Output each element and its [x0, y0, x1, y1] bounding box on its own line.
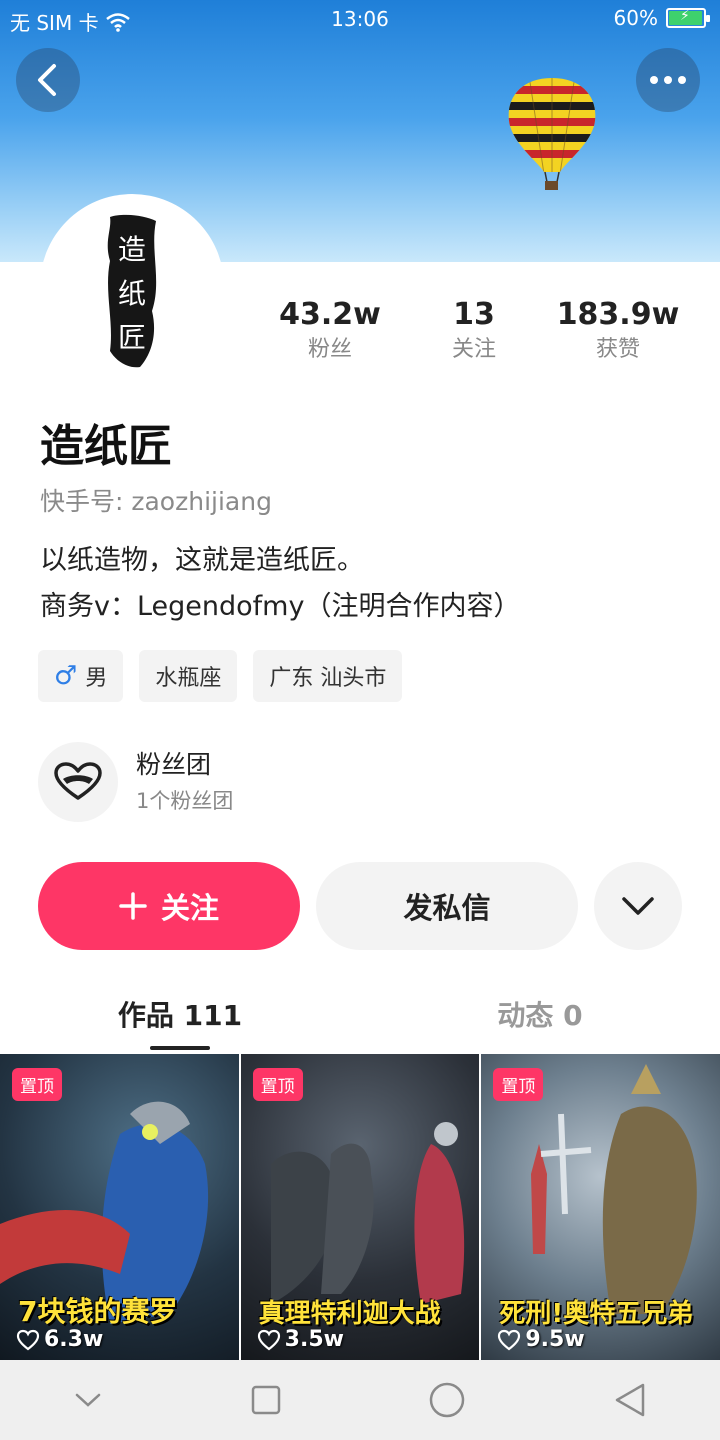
- video-likes: 9.5w: [497, 1327, 585, 1352]
- tab-indicator: [150, 1046, 210, 1050]
- message-label: 发私信: [403, 891, 491, 925]
- message-button[interactable]: 发私信: [316, 862, 578, 950]
- video-likes: 3.5w: [257, 1327, 344, 1352]
- clock: 13:06: [331, 7, 389, 31]
- video-likes-count: 6.3w: [44, 1327, 104, 1352]
- stat-value: 183.9w: [556, 297, 680, 332]
- plus-icon: [119, 892, 147, 920]
- svg-text:匠: 匠: [118, 321, 146, 354]
- heart-icon: [16, 1329, 40, 1350]
- stat-followers[interactable]: 43.2w 粉丝: [250, 296, 410, 366]
- stat-value: 43.2w: [279, 297, 381, 332]
- battery-percent: 60%: [613, 6, 658, 30]
- chevron-down-icon: [622, 897, 654, 915]
- tag-location-label: 广东 汕头市: [269, 666, 387, 691]
- video-grid: 置顶 7块钱的赛罗 6.3w 置顶 真理特利迦大战 3.5w 置顶 死刑!奥特五…: [0, 1054, 720, 1360]
- tab-works[interactable]: 作品 111: [0, 994, 360, 1034]
- nav-recents-icon[interactable]: [250, 1384, 282, 1416]
- expand-button[interactable]: [594, 862, 682, 950]
- status-bar: 无 SIM 卡 13:06 60% ⚡: [0, 0, 720, 40]
- user-id[interactable]: 快手号: zaozhijiang: [40, 482, 272, 518]
- profile-name: 造纸匠: [40, 421, 172, 472]
- stat-label: 粉丝: [307, 337, 352, 362]
- follow-button[interactable]: 关注: [38, 862, 300, 950]
- stat-following[interactable]: 13 关注: [394, 296, 554, 366]
- battery-icon: ⚡: [666, 8, 710, 28]
- heart-icon: [257, 1329, 280, 1350]
- video-caption: 7块钱的赛罗: [18, 1295, 178, 1328]
- more-options-button[interactable]: [636, 48, 700, 112]
- video-thumbnail[interactable]: 置顶 真理特利迦大战 3.5w: [240, 1054, 480, 1360]
- fan-club-count: 1个粉丝团: [136, 789, 234, 813]
- profile-tags: ♂ 男 水瓶座 广东 汕头市: [38, 650, 403, 702]
- avatar[interactable]: 造 纸 匠: [40, 194, 224, 378]
- bio-line: 商务v：Legendofmy（注明合作内容）: [40, 591, 521, 622]
- tag-location: 广东 汕头市: [253, 650, 403, 702]
- video-caption: 真理特利迦大战: [258, 1299, 441, 1329]
- fan-club-entry[interactable]: 粉丝团 1个粉丝团: [38, 742, 233, 822]
- svg-text:造: 造: [118, 233, 146, 266]
- nav-hide-icon[interactable]: [73, 1390, 103, 1410]
- profile-bio: 以纸造物，这就是造纸匠。 商务v：Legendofmy（注明合作内容）: [40, 538, 520, 630]
- heart-icon: [498, 1329, 521, 1350]
- svg-text:纸: 纸: [118, 277, 146, 310]
- pinned-badge: 置顶: [12, 1068, 62, 1101]
- nav-home-icon[interactable]: [428, 1381, 466, 1419]
- tag-gender: ♂ 男: [38, 650, 124, 702]
- fan-club-title: 粉丝团: [136, 750, 212, 779]
- back-button[interactable]: [16, 48, 80, 112]
- stat-label: 获赞: [595, 337, 640, 362]
- more-dots-icon: [650, 76, 686, 84]
- stat-likes[interactable]: 183.9w 获赞: [538, 296, 698, 366]
- pinned-badge: 置顶: [493, 1068, 544, 1101]
- chevron-left-icon: [38, 64, 56, 96]
- nav-back-icon[interactable]: [613, 1382, 647, 1418]
- video-thumbnail[interactable]: 置顶 7块钱的赛罗 6.3w: [0, 1054, 239, 1360]
- video-thumbnail[interactable]: 置顶 死刑!奥特五兄弟 9.5w: [481, 1054, 720, 1360]
- stat-value: 13: [453, 297, 495, 332]
- stat-label: 关注: [451, 337, 496, 362]
- tag-gender-label: 男: [85, 666, 108, 691]
- video-likes: 6.3w: [16, 1327, 103, 1352]
- pinned-badge: 置顶: [252, 1068, 303, 1101]
- hot-air-balloon-image: [508, 78, 596, 190]
- tag-zodiac-label: 水瓶座: [155, 666, 222, 691]
- video-caption: 死刑!奥特五兄弟: [499, 1299, 694, 1329]
- avatar-logo-image: 造 纸 匠: [107, 214, 157, 368]
- tag-zodiac: 水瓶座: [139, 650, 238, 702]
- male-icon: ♂: [54, 661, 78, 691]
- video-likes-count: 9.5w: [525, 1327, 585, 1352]
- follow-label: 关注: [160, 891, 219, 925]
- system-navigation-bar: [0, 1360, 720, 1440]
- fan-club-heart-icon: [38, 742, 118, 822]
- video-likes-count: 3.5w: [284, 1327, 344, 1352]
- bio-line: 以纸造物，这就是造纸匠。: [40, 545, 364, 576]
- tab-feed[interactable]: 动态 0: [360, 994, 720, 1034]
